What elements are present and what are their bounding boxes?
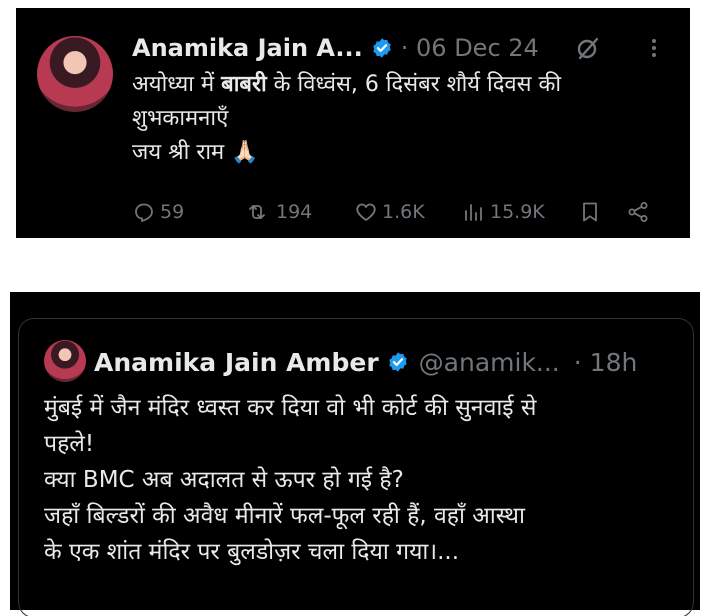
like-button[interactable]: 1.6K <box>354 198 425 226</box>
tweet-header: Anamika Jain Amber @anamik... · 18h <box>94 344 637 380</box>
tweet-date[interactable]: · 18h <box>574 348 638 377</box>
display-name[interactable]: Anamika Jain Amber <box>94 348 379 377</box>
reply-icon <box>135 203 153 223</box>
tweet-text-line: अयोध्या में बाबरी के विध्वंस, 6 दिसंबर श… <box>132 68 672 102</box>
heart-icon <box>356 203 376 221</box>
avatar[interactable] <box>44 340 86 382</box>
views-button[interactable]: 15.9K <box>462 198 545 226</box>
repost-icon <box>249 205 265 219</box>
verified-badge-icon <box>371 37 393 59</box>
repost-count: 194 <box>276 201 313 223</box>
tweet-text-line: पहले! <box>44 431 95 457</box>
tweet-text: अयोध्या में बाबरी के विध्वंस, 6 दिसंबर श… <box>132 68 672 170</box>
tweet-text-line: मुंबई में जैन मंदिर ध्वस्त कर दिया वो भी… <box>44 395 537 421</box>
views-chart-icon <box>465 204 482 221</box>
text-bold-segment: बाबरी <box>221 72 267 97</box>
tweet-header: Anamika Jain A... · 06 Dec 24 <box>132 32 539 64</box>
tweet-text: मुंबई में जैन मंदिर ध्वस्त कर दिया वो भी… <box>44 390 684 570</box>
text-segment: अयोध्या में <box>132 72 222 97</box>
tweet-text-line: शुभकामनाएँ <box>132 106 229 131</box>
tweet-text-line: जहाँ बिल्डरों की अवैध मीनारें फल-फूल रही… <box>44 503 525 529</box>
view-count: 15.9K <box>490 201 545 223</box>
tweet-date[interactable]: · 06 Dec 24 <box>401 34 539 62</box>
share-button[interactable] <box>626 198 654 226</box>
avatar[interactable] <box>37 36 113 112</box>
bookmark-icon <box>583 202 597 222</box>
tweet-text-line: जय श्री राम 🙏🏻 <box>132 140 259 165</box>
grok-icon[interactable] <box>574 34 602 62</box>
text-segment: के विध्वंस, 6 दिसंबर शौर्य दिवस की <box>266 72 562 97</box>
display-name[interactable]: Anamika Jain A... <box>132 34 363 62</box>
user-handle[interactable]: @anamik... <box>419 348 560 377</box>
repost-button[interactable]: 194 <box>242 198 312 226</box>
more-icon[interactable] <box>640 34 668 62</box>
like-count: 1.6K <box>382 201 425 223</box>
share-icon <box>628 202 648 222</box>
verified-badge-icon <box>387 351 409 373</box>
tweet-card-1[interactable]: Anamika Jain A... · 06 Dec 24 अयोध्या मे… <box>16 8 690 238</box>
reply-count: 59 <box>160 201 185 223</box>
bookmark-button[interactable] <box>578 198 606 226</box>
tweet-actions: 59 194 1.6K 15.9K <box>132 198 672 226</box>
tweet-text-line: के एक शांत मंदिर पर बुलडोज़र चला दिया गय… <box>44 539 460 565</box>
tweet-text-line: क्या BMC अब अदालत से ऊपर हो गई है? <box>44 467 404 493</box>
tweet-card-2[interactable]: Anamika Jain Amber @anamik... · 18h मुंब… <box>10 292 700 616</box>
reply-button[interactable]: 59 <box>132 198 184 226</box>
